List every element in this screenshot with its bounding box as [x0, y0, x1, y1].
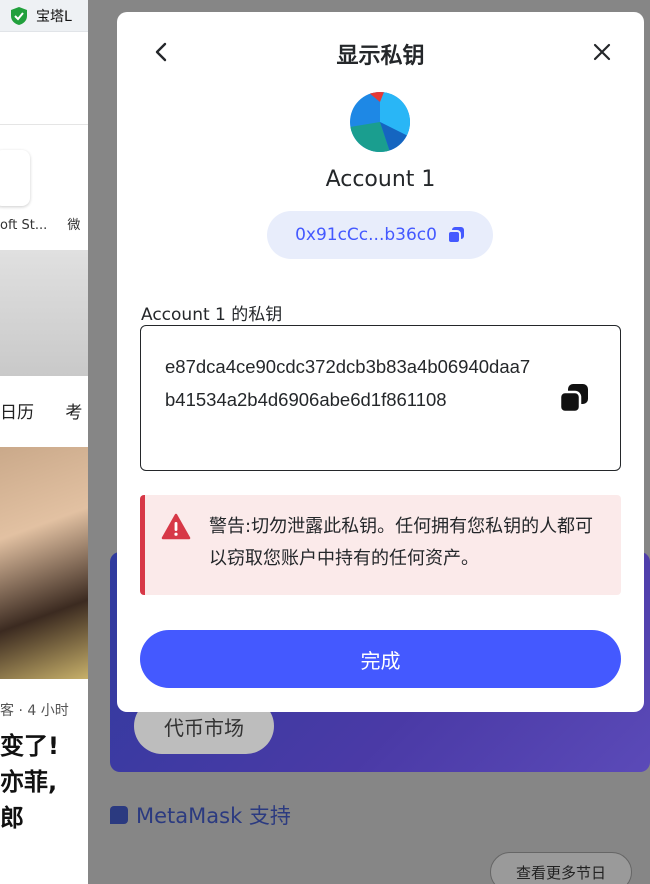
metamask-support-link[interactable]: MetaMask 支持 — [110, 800, 291, 830]
warning-triangle-icon — [161, 513, 191, 540]
done-button[interactable]: 完成 — [140, 630, 621, 688]
warning-banner: 警告:切勿泄露此私钥。任何拥有您私钥的人都可以窃取您账户中持有的任何资产。 — [140, 495, 621, 595]
close-button[interactable] — [586, 36, 618, 68]
account-address-pill[interactable]: 0x91cCc...b36c0 — [267, 211, 493, 259]
account-address: 0x91cCc...b36c0 — [295, 225, 437, 245]
nav-row: 日历 考 — [0, 398, 88, 423]
account-name: Account 1 — [325, 167, 436, 192]
private-key-value[interactable]: e87dca4ce90cdc372dcb3b83a4b06940daa7b415… — [165, 350, 535, 416]
copy-icon[interactable] — [558, 382, 590, 414]
support-label: MetaMask 支持 — [136, 804, 291, 828]
account-avatar — [350, 92, 410, 152]
address-area — [0, 55, 88, 125]
reveal-private-key-modal: 显示私钥 Account 1 0x91cCc...b36c0 Account 1… — [117, 12, 644, 712]
close-icon — [593, 43, 611, 61]
app-tile-label-1: oft St... — [0, 218, 48, 233]
chat-bubble-icon — [110, 806, 128, 824]
modal-title: 显示私钥 — [336, 44, 425, 69]
private-key-label: Account 1 的私钥 — [141, 305, 283, 325]
more-holidays-button[interactable]: 查看更多节日 — [490, 852, 632, 884]
private-key-box[interactable]: e87dca4ce90cdc372dcb3b83a4b06940daa7b415… — [140, 325, 621, 471]
news-title-line: 郎 — [0, 804, 24, 832]
banner-image — [0, 250, 88, 376]
news-title[interactable]: 变了! 亦菲, 郎 — [0, 728, 59, 836]
modal-header: 显示私钥 — [117, 32, 644, 72]
nav-calendar[interactable]: 日历 — [0, 403, 34, 423]
warning-text: 警告:切勿泄露此私钥。任何拥有您私钥的人都可以窃取您账户中持有的任何资产。 — [209, 516, 594, 569]
app-tile-label: oft St... 微 — [0, 214, 88, 233]
news-title-line: 亦菲, — [0, 768, 58, 796]
news-title-line: 变了! — [0, 732, 59, 760]
app-tile[interactable] — [0, 150, 30, 206]
app-tile-label-2: 微 — [67, 218, 81, 233]
news-meta: 客 · 4 小时 — [0, 703, 69, 719]
news-photo[interactable] — [0, 447, 88, 679]
background-page: 宝塔L oft St... 微 日历 考 客 · 4 小时 变了! 亦菲, 郎 — [0, 0, 88, 884]
nav-item-2[interactable]: 考 — [65, 403, 82, 423]
tab-title: 宝塔L — [36, 8, 72, 25]
copy-icon — [446, 227, 464, 244]
browser-tab[interactable]: 宝塔L — [0, 0, 88, 32]
baota-shield-icon — [11, 6, 27, 25]
